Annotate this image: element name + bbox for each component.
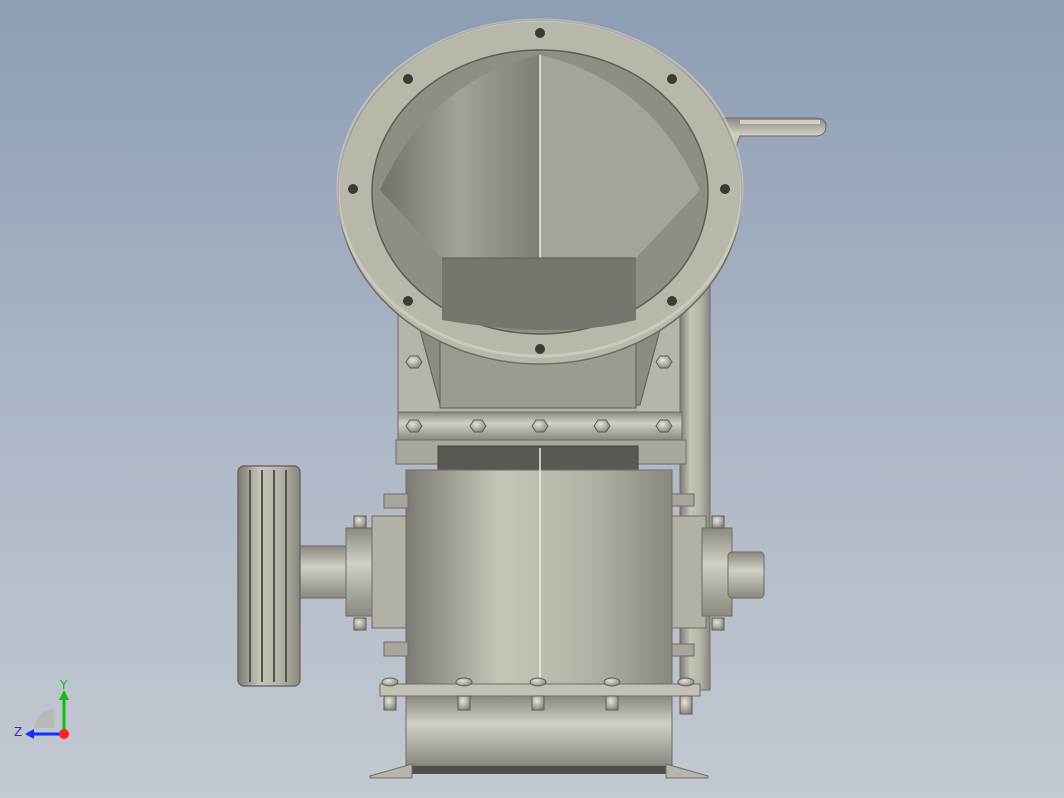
x-axis-dot-icon: [59, 729, 69, 739]
lower-housing[interactable]: [369, 448, 709, 779]
left-bearing-assembly[interactable]: [289, 493, 409, 657]
v-belt-pulley[interactable]: [237, 465, 301, 687]
inlet-flange[interactable]: [336, 18, 744, 365]
y-axis-label: Y: [59, 678, 68, 692]
z-axis-arrow-icon: [25, 729, 34, 739]
axis-triad: Y Z: [14, 678, 69, 739]
cad-viewport[interactable]: Y Z: [0, 0, 1064, 798]
crusher-model-view[interactable]: [0, 0, 1064, 798]
triad-plane-icon: [34, 708, 54, 728]
z-axis-label: Z: [14, 725, 22, 739]
